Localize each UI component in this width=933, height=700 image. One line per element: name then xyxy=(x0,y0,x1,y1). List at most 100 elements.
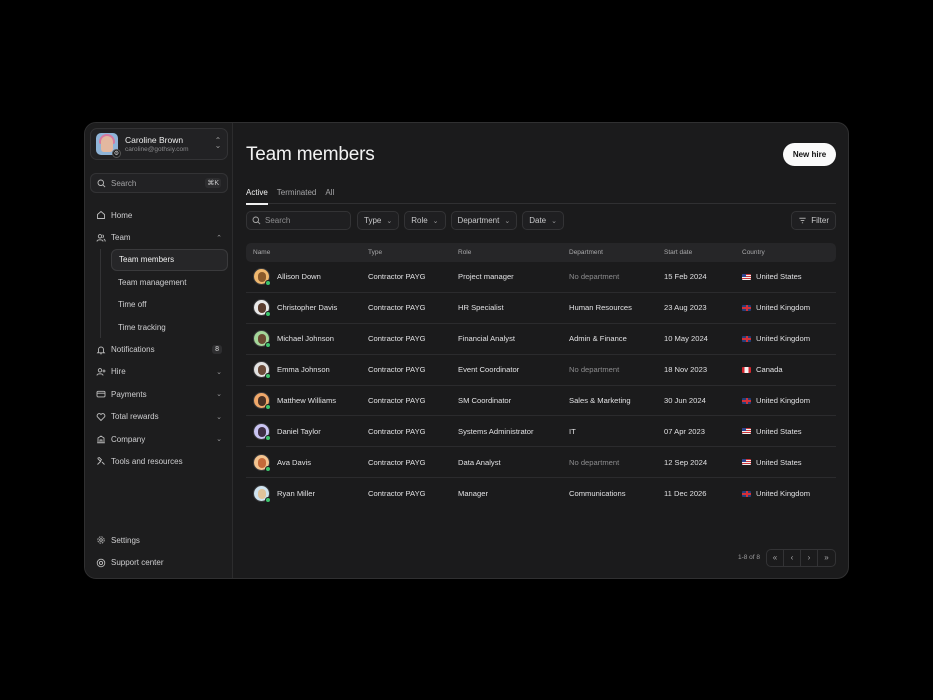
first-page-icon[interactable]: « xyxy=(767,549,784,566)
sidebar-item-team-members[interactable]: Team members xyxy=(111,248,228,272)
filter-button[interactable]: Filter xyxy=(791,211,836,230)
chevron-down-icon: ⌄ xyxy=(216,391,222,399)
last-page-icon[interactable]: » xyxy=(818,550,835,566)
sidebar-nav: Home Team ⌃ Team members Team management… xyxy=(90,204,228,473)
bell-icon xyxy=(96,345,106,355)
cell-name: Matthew Williams xyxy=(246,392,368,410)
member-name: Ava Davis xyxy=(277,457,312,467)
cell-department: Human Resources xyxy=(569,303,632,313)
cell-name: Ava Davis xyxy=(246,453,368,472)
sidebar-search[interactable]: Search ⌘K xyxy=(90,173,228,193)
online-status-indicator xyxy=(265,373,271,380)
tab-active[interactable]: Active xyxy=(246,182,268,205)
online-status-indicator xyxy=(265,404,271,410)
country-name: United States xyxy=(756,272,802,282)
heart-icon xyxy=(96,412,106,422)
filter-bar: Search Type ⌄ Role ⌄ Department ⌄ Date ⌄ Fil… xyxy=(246,211,836,230)
cell-role: Event Coordinator xyxy=(458,365,520,375)
column-header-start-date[interactable]: Start date xyxy=(664,249,742,256)
cell-name: Christopher Davis xyxy=(246,299,368,318)
table-row[interactable]: Ryan Miller Contractor PAYG Manager Comm… xyxy=(246,478,836,509)
tools-icon xyxy=(96,456,106,466)
cell-role: Manager xyxy=(458,489,488,499)
table-header: Name Type Role Department Start date Cou… xyxy=(246,243,836,262)
cell-country: United States xyxy=(742,458,836,467)
sidebar-item-settings[interactable]: Settings xyxy=(90,529,228,551)
cell-type: Contractor PAYG xyxy=(368,334,426,344)
flag-uk-icon xyxy=(742,397,751,404)
previous-page-icon[interactable]: ‹ xyxy=(784,549,801,566)
search-placeholder: Search xyxy=(265,216,291,225)
building-icon xyxy=(96,434,106,444)
cell-department: Sales & Marketing xyxy=(569,396,631,405)
avatar xyxy=(253,453,271,472)
chevron-down-icon: ⌄ xyxy=(216,368,222,376)
cell-start-date: 30 Jun 2024 xyxy=(664,396,706,405)
cell-department: Admin & Finance xyxy=(569,334,627,344)
team-subnav: Team members Team management Time off Ti… xyxy=(100,248,228,339)
online-status-indicator xyxy=(265,342,271,349)
avatar xyxy=(253,299,271,318)
sidebar-item-support[interactable]: Support center xyxy=(90,551,228,573)
sidebar-item-total-rewards[interactable]: Total rewards ⌄ xyxy=(90,406,228,428)
user-avatar: ⚙ xyxy=(96,133,121,158)
gear-icon: ⚙ xyxy=(112,149,121,158)
department-filter-dropdown[interactable]: Department ⌄ xyxy=(450,211,518,230)
cell-type: Contractor PAYG xyxy=(368,457,426,467)
column-header-country[interactable]: Country xyxy=(742,249,836,256)
table-search-input[interactable]: Search xyxy=(246,211,351,230)
new-hire-button[interactable]: New hire xyxy=(783,143,836,166)
sidebar-item-team-management[interactable]: Team management xyxy=(111,271,228,293)
role-filter-dropdown[interactable]: Role ⌄ xyxy=(404,211,446,230)
sidebar-item-time-off[interactable]: Time off xyxy=(111,294,228,316)
member-name: Emma Johnson xyxy=(277,365,330,375)
account-switcher[interactable]: ⚙ Caroline Brown caroline@gothsiy.com ⌃ ⌄ xyxy=(90,128,228,160)
cell-role: Data Analyst xyxy=(458,457,501,467)
main-content: Team members New hire Active Terminated … xyxy=(233,123,848,578)
cell-start-date: 18 Nov 2023 xyxy=(664,365,708,375)
account-name: Caroline Brown xyxy=(125,135,184,145)
tab-all[interactable]: All xyxy=(325,182,334,204)
sidebar-item-company[interactable]: Company ⌄ xyxy=(90,428,228,450)
sidebar-item-payments[interactable]: Payments ⌄ xyxy=(90,383,228,405)
table-row[interactable]: Allison Down Contractor PAYG Project man… xyxy=(246,262,836,293)
table-row[interactable]: Michael Johnson Contractor PAYG Financia… xyxy=(246,324,836,355)
type-filter-dropdown[interactable]: Type ⌄ xyxy=(357,211,400,230)
column-header-type[interactable]: Type xyxy=(368,249,458,256)
table-row[interactable]: Emma Johnson Contractor PAYG Event Coord… xyxy=(246,355,836,386)
sidebar-item-notifications[interactable]: Notifications 8 xyxy=(90,338,228,360)
column-header-name[interactable]: Name xyxy=(246,249,368,256)
table-row[interactable]: Ava Davis Contractor PAYG Data Analyst N… xyxy=(246,447,836,479)
cell-role: Financial Analyst xyxy=(458,334,515,344)
chevron-up-icon: ⌃ xyxy=(216,234,222,242)
column-header-department[interactable]: Department xyxy=(569,249,664,256)
cell-department: Communications xyxy=(569,489,626,499)
table-row[interactable]: Christopher Davis Contractor PAYG HR Spe… xyxy=(246,293,836,324)
cell-type: Contractor PAYG xyxy=(368,272,426,282)
table-row[interactable]: Daniel Taylor Contractor PAYG Systems Ad… xyxy=(246,416,836,448)
support-icon xyxy=(96,558,106,568)
table-row[interactable]: Matthew Williams Contractor PAYG SM Coor… xyxy=(246,386,836,417)
country-name: United States xyxy=(756,426,802,436)
team-members-table: Name Type Role Department Start date Cou… xyxy=(246,243,836,509)
cell-department: No department xyxy=(569,365,620,375)
sidebar-item-team[interactable]: Team ⌃ xyxy=(90,226,228,248)
date-filter-dropdown[interactable]: Date ⌄ xyxy=(522,211,564,230)
country-name: United Kingdom xyxy=(756,396,811,405)
sidebar-item-home[interactable]: Home xyxy=(90,204,228,226)
member-name: Christopher Davis xyxy=(277,303,338,313)
next-page-icon[interactable]: › xyxy=(801,549,818,566)
tab-terminated[interactable]: Terminated xyxy=(277,182,317,204)
cell-department: No department xyxy=(569,457,620,467)
sidebar-item-hire[interactable]: Hire ⌄ xyxy=(90,361,228,383)
sidebar-item-time-tracking[interactable]: Time tracking xyxy=(111,316,228,338)
avatar xyxy=(253,422,271,441)
filter-icon xyxy=(799,217,806,224)
column-header-role[interactable]: Role xyxy=(458,249,569,256)
sidebar-bottom-nav: Settings Support center xyxy=(90,529,228,574)
country-name: Canada xyxy=(756,365,783,375)
credit-card-icon xyxy=(96,389,106,399)
flag-us-icon xyxy=(742,459,751,466)
sidebar-item-tools[interactable]: Tools and resources xyxy=(90,450,228,472)
online-status-indicator xyxy=(265,465,271,472)
